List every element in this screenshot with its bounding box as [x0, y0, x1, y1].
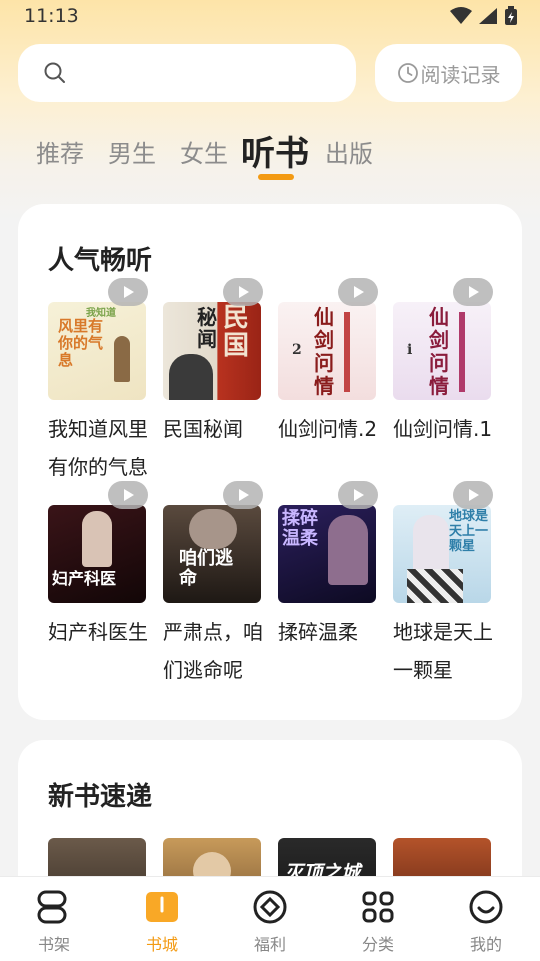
- nav-label: 书架: [37, 935, 70, 954]
- category-icon: [362, 891, 394, 923]
- tab-publish[interactable]: 出版: [325, 134, 373, 169]
- battery-icon: [505, 6, 517, 25]
- nav-label: 书城: [145, 935, 178, 954]
- welfare-icon: [253, 890, 287, 924]
- book-title: 严肃点，咱们逃命呢: [163, 620, 263, 682]
- status-time: 11:13: [24, 5, 79, 27]
- nav-label: 分类: [361, 935, 394, 954]
- book-cover: 妇产科医: [48, 505, 146, 603]
- play-icon[interactable]: [453, 481, 493, 509]
- status-icons: [450, 6, 518, 26]
- book-cover: 秘闻 民国: [163, 302, 261, 400]
- play-icon[interactable]: [453, 278, 493, 306]
- play-icon[interactable]: [223, 278, 263, 306]
- profile-icon: [469, 890, 503, 924]
- book-cover: 揉碎温柔: [278, 505, 376, 603]
- tab-female[interactable]: 女生: [180, 134, 228, 169]
- play-icon[interactable]: [108, 278, 148, 306]
- wifi-icon: [450, 7, 472, 24]
- section-title: 人气畅听: [48, 246, 153, 276]
- bookshelf-icon: [37, 890, 67, 924]
- book-title: 民国秘闻: [163, 417, 243, 441]
- nav-profile[interactable]: 我的: [446, 887, 526, 955]
- book-title: 地球是天上一颗星: [393, 620, 493, 682]
- bookstore-icon: [146, 892, 178, 922]
- nav-category[interactable]: 分类: [338, 887, 418, 955]
- book-cover: 咱们逃命: [163, 505, 261, 603]
- tab-male[interactable]: 男生: [108, 134, 156, 169]
- play-icon[interactable]: [338, 481, 378, 509]
- section-title: 新书速递: [48, 782, 153, 812]
- nav-welfare[interactable]: 福利: [230, 887, 310, 955]
- active-tab-indicator: [258, 174, 294, 180]
- reading-history-label: 阅读记录: [420, 62, 501, 87]
- signal-icon: [479, 8, 497, 24]
- book-title: 我知道风里有你的气息: [48, 417, 148, 479]
- reading-history-button[interactable]: 阅读记录: [375, 44, 522, 102]
- nav-label: 福利: [253, 935, 286, 954]
- nav-bookstore[interactable]: 书城: [122, 887, 202, 955]
- play-icon[interactable]: [338, 278, 378, 306]
- book-title: 仙剑问情.2: [278, 417, 378, 441]
- book-title: 妇产科医生: [48, 620, 148, 644]
- book-cover: 仙剑问情 2: [278, 302, 376, 400]
- clock-icon: [397, 63, 418, 83]
- book-cover: 我知道 风里有你的气息: [48, 302, 146, 400]
- status-bar: 11:13: [0, 0, 540, 34]
- nav-label: 我的: [469, 935, 502, 954]
- book-cover: 地球是天上一颗星: [393, 505, 491, 603]
- play-icon[interactable]: [108, 481, 148, 509]
- book-title: 揉碎温柔: [278, 620, 358, 644]
- play-icon[interactable]: [223, 481, 263, 509]
- tab-audiobook[interactable]: 听书: [241, 126, 309, 175]
- nav-bookshelf[interactable]: 书架: [14, 887, 94, 955]
- search-input[interactable]: [18, 44, 356, 102]
- book-title: 仙剑问情.1: [393, 417, 493, 441]
- bottom-navigation: 书架 书城 福利 分类 我的: [0, 876, 540, 961]
- search-icon: [44, 62, 65, 83]
- popular-section: 人气畅听 我知道 风里有你的气息 我知道风里有你的气息 秘闻 民国 民国秘闻 仙…: [18, 204, 522, 720]
- book-cover: 仙剑问情 i: [393, 302, 491, 400]
- tab-recommend[interactable]: 推荐: [36, 134, 84, 169]
